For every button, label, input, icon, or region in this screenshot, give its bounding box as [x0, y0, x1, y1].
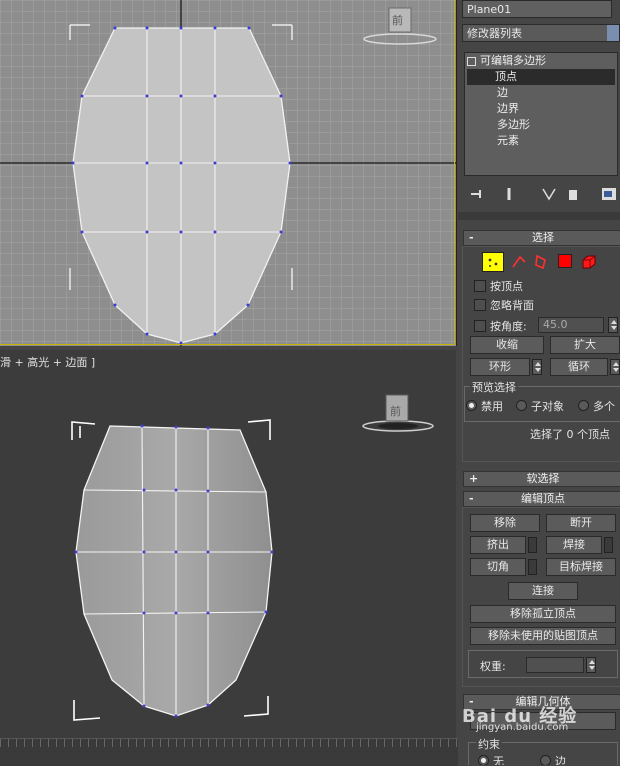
stack-root[interactable]: 可编辑多边形 — [467, 53, 546, 69]
remove-modifier-icon[interactable] — [564, 185, 582, 203]
remove-button[interactable]: 移除 — [470, 514, 540, 532]
timeline[interactable] — [0, 738, 458, 766]
ring-spinner[interactable] — [532, 359, 542, 375]
modifier-list-dropdown[interactable]: 修改器列表 — [462, 24, 620, 42]
by-angle-checkbox[interactable] — [474, 320, 486, 332]
weight-spinner[interactable] — [586, 657, 596, 673]
pin-stack-icon[interactable] — [468, 185, 486, 203]
stack-item-label: 顶点 — [495, 70, 517, 83]
preview-multi-label: 多个 — [593, 400, 615, 413]
break-button[interactable]: 断开 — [546, 514, 616, 532]
loop-button[interactable]: 循环 — [550, 358, 608, 376]
rollout-selection-header[interactable]: - 选择 — [463, 230, 620, 246]
baidu-watermark-url: jingyan.baidu.com — [476, 722, 569, 733]
extrude-settings-icon[interactable] — [528, 537, 537, 553]
preview-subobject-label: 子对象 — [531, 400, 564, 413]
preview-selection-title: 预览选择 — [470, 379, 518, 395]
ignore-backfacing-label: 忽略背面 — [490, 299, 534, 312]
modifier-stack[interactable]: 可编辑多边形 顶点 边 边界 多边形 元素 — [464, 52, 618, 176]
constraint-none-label: 无 — [493, 755, 504, 765]
preview-disabled-radio[interactable] — [466, 400, 477, 411]
rollout-soft-selection-header[interactable]: + 软选择 — [463, 471, 620, 487]
modify-panel: Plane01 修改器列表 可编辑多边形 顶点 边 边界 多边形 元素 -选择 — [458, 0, 620, 765]
viewcube-label: 前 — [390, 405, 401, 418]
weld-button[interactable]: 焊接 — [546, 536, 602, 554]
border-mode-icon[interactable] — [532, 253, 550, 271]
stack-item-edge[interactable]: 边 — [467, 85, 508, 101]
stack-toolbar — [464, 184, 618, 204]
mesh-plane01-shaded[interactable] — [75, 425, 273, 717]
stack-item-label: 边 — [497, 86, 508, 99]
weight-input[interactable] — [526, 657, 584, 673]
rollout-edit-vertices-header[interactable]: - 编辑顶点 — [463, 491, 620, 507]
stack-item-label: 多边形 — [497, 118, 530, 131]
element-mode-icon[interactable] — [580, 253, 598, 271]
vertex-mode-icon[interactable] — [482, 252, 504, 272]
perspective-viewport[interactable]: 前 — [0, 350, 456, 738]
connect-button[interactable]: 连接 — [508, 582, 578, 600]
selection-status: 选择了 0 个顶点 — [530, 428, 610, 441]
chevron-down-icon — [607, 25, 619, 41]
preview-multi-radio[interactable] — [578, 400, 589, 411]
top-viewport[interactable]: 前 — [0, 0, 457, 346]
constraint-none-radio[interactable] — [478, 755, 489, 765]
remove-isolated-vertices-button[interactable]: 移除孤立顶点 — [470, 605, 616, 623]
modifier-list-label: 修改器列表 — [467, 27, 522, 40]
weld-settings-icon[interactable] — [604, 537, 613, 553]
rollout-title: 软选择 — [526, 472, 560, 485]
shrink-button[interactable]: 收缩 — [470, 336, 544, 354]
active-viewport-border — [0, 0, 455, 345]
loop-spinner[interactable] — [610, 359, 620, 375]
chamfer-settings-icon[interactable] — [528, 559, 537, 575]
stack-root-label: 可编辑多边形 — [480, 54, 546, 67]
stack-item-label: 边界 — [497, 102, 519, 115]
extrude-button[interactable]: 挤出 — [470, 536, 526, 554]
ring-button[interactable]: 环形 — [470, 358, 530, 376]
perspective-viewport-canvas[interactable] — [0, 350, 456, 738]
panel-divider — [458, 212, 620, 220]
chamfer-button[interactable]: 切角 — [470, 558, 526, 576]
stack-item-vertex[interactable]: 顶点 — [467, 69, 615, 85]
polygon-mode-icon[interactable] — [558, 254, 572, 268]
rollout-title: 编辑顶点 — [521, 492, 565, 505]
ignore-backfacing-checkbox[interactable] — [474, 299, 486, 311]
edge-mode-icon[interactable] — [510, 253, 528, 271]
weight-label: 权重: — [480, 660, 506, 673]
grow-button[interactable]: 扩大 — [550, 336, 620, 354]
stack-item-polygon[interactable]: 多边形 — [467, 117, 530, 133]
rollout-title: 选择 — [532, 231, 554, 244]
by-angle-label: 按角度: — [490, 320, 527, 333]
object-name-field[interactable]: Plane01 — [462, 0, 612, 18]
by-vertex-label: 按顶点 — [490, 280, 523, 293]
stack-item-label: 元素 — [497, 134, 519, 147]
configure-sets-icon[interactable] — [600, 185, 618, 203]
constraints-title: 约束 — [476, 736, 502, 752]
angle-input[interactable]: 45.0 — [538, 317, 604, 333]
stack-item-border[interactable]: 边界 — [467, 101, 519, 117]
viewport-shading-label[interactable]: 滑 + 高光 + 边面 ] — [0, 354, 95, 370]
collapse-icon[interactable] — [467, 56, 476, 66]
stack-item-element[interactable]: 元素 — [467, 133, 519, 149]
constraint-edge-label: 边 — [555, 755, 566, 765]
angle-spinner[interactable] — [608, 317, 618, 333]
target-weld-button[interactable]: 目标焊接 — [546, 558, 616, 576]
preview-subobject-radio[interactable] — [516, 400, 527, 411]
make-unique-icon[interactable] — [540, 185, 558, 203]
timeline-ticks — [0, 739, 458, 747]
preview-disabled-label: 禁用 — [481, 400, 503, 413]
remove-unused-map-vertices-button[interactable]: 移除未使用的贴图顶点 — [470, 627, 616, 645]
constraint-edge-radio[interactable] — [540, 755, 551, 765]
show-end-result-icon[interactable] — [500, 185, 518, 203]
by-vertex-checkbox[interactable] — [474, 280, 486, 292]
